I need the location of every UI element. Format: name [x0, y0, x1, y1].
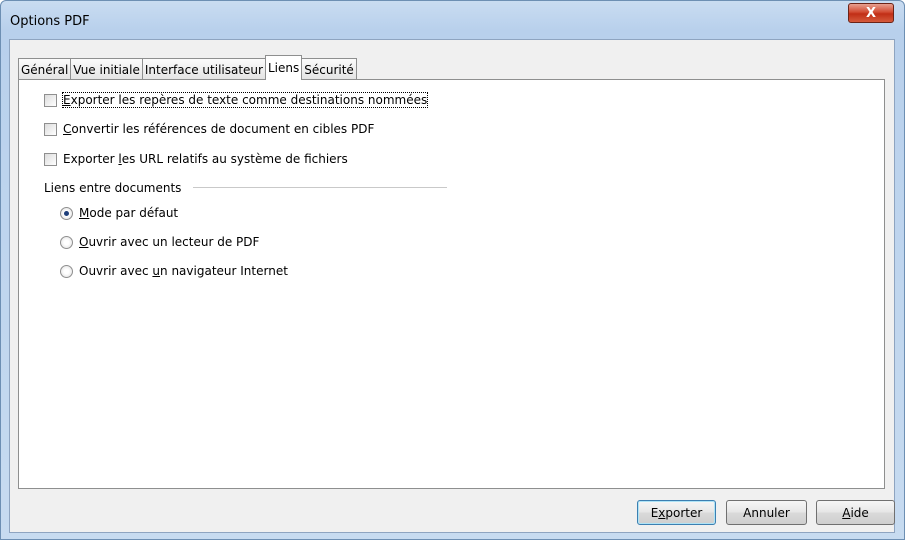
radio-button[interactable]	[60, 235, 73, 249]
checkbox-convert-references[interactable]: Convertir les références de document en …	[44, 122, 374, 136]
radio-label: Mode par défaut	[79, 206, 179, 220]
radio-open-pdf-reader[interactable]: Ouvrir avec un lecteur de PDF	[60, 235, 259, 249]
checkbox-box[interactable]	[44, 122, 57, 136]
button-label: Annuler	[743, 505, 790, 520]
radio-label: Ouvrir avec un navigateur Internet	[79, 264, 288, 278]
button-label: Exporter	[650, 505, 703, 520]
radio-open-browser[interactable]: Ouvrir avec un navigateur Internet	[60, 264, 288, 278]
radio-button[interactable]	[60, 264, 73, 278]
group-separator	[193, 187, 447, 188]
tab-panel-links	[18, 79, 885, 489]
tab-label: Sécurité	[304, 62, 354, 77]
dialog-title: Options PDF	[10, 14, 90, 29]
tab-user-interface[interactable]: Interface utilisateur	[141, 58, 266, 80]
checkbox-label: Exporter les URL relatifs au système de …	[63, 152, 348, 166]
export-button[interactable]: Exporter	[637, 500, 716, 525]
checkbox-export-relative-urls[interactable]: Exporter les URL relatifs au système de …	[44, 152, 348, 166]
help-button[interactable]: Aide	[816, 500, 895, 525]
checkbox-label: Exporter les repères de texte comme dest…	[61, 92, 429, 108]
tab-security[interactable]: Sécurité	[301, 58, 357, 80]
close-icon: X	[865, 5, 877, 21]
tab-initial-view[interactable]: Vue initiale	[70, 58, 143, 80]
cancel-button[interactable]: Annuler	[726, 500, 807, 525]
radio-label: Ouvrir avec un lecteur de PDF	[79, 235, 260, 249]
checkbox-box[interactable]	[44, 93, 57, 107]
tab-label: Liens	[267, 61, 300, 75]
tab-label: Général	[21, 62, 69, 77]
group-label: Liens entre documents	[44, 181, 182, 195]
tab-label: Vue initiale	[73, 62, 140, 77]
radio-default-mode[interactable]: Mode par défaut	[60, 206, 178, 220]
radio-button[interactable]	[60, 206, 73, 220]
button-label: Aide	[842, 505, 869, 520]
close-button[interactable]: X	[848, 3, 894, 23]
tab-strip: Général Vue initiale Interface utilisate…	[18, 55, 357, 80]
group-cross-document-links: Liens entre documents	[44, 181, 181, 195]
checkbox-label: Convertir les références de document en …	[63, 122, 375, 136]
tab-general[interactable]: Général	[18, 58, 72, 80]
title-bar[interactable]: Options PDF X	[1, 1, 904, 39]
tab-label: Interface utilisateur	[144, 62, 263, 77]
checkbox-box[interactable]	[44, 152, 57, 166]
tab-links[interactable]: Liens	[264, 55, 303, 80]
checkbox-export-bookmarks[interactable]: Exporter les repères de texte comme dest…	[44, 92, 429, 108]
